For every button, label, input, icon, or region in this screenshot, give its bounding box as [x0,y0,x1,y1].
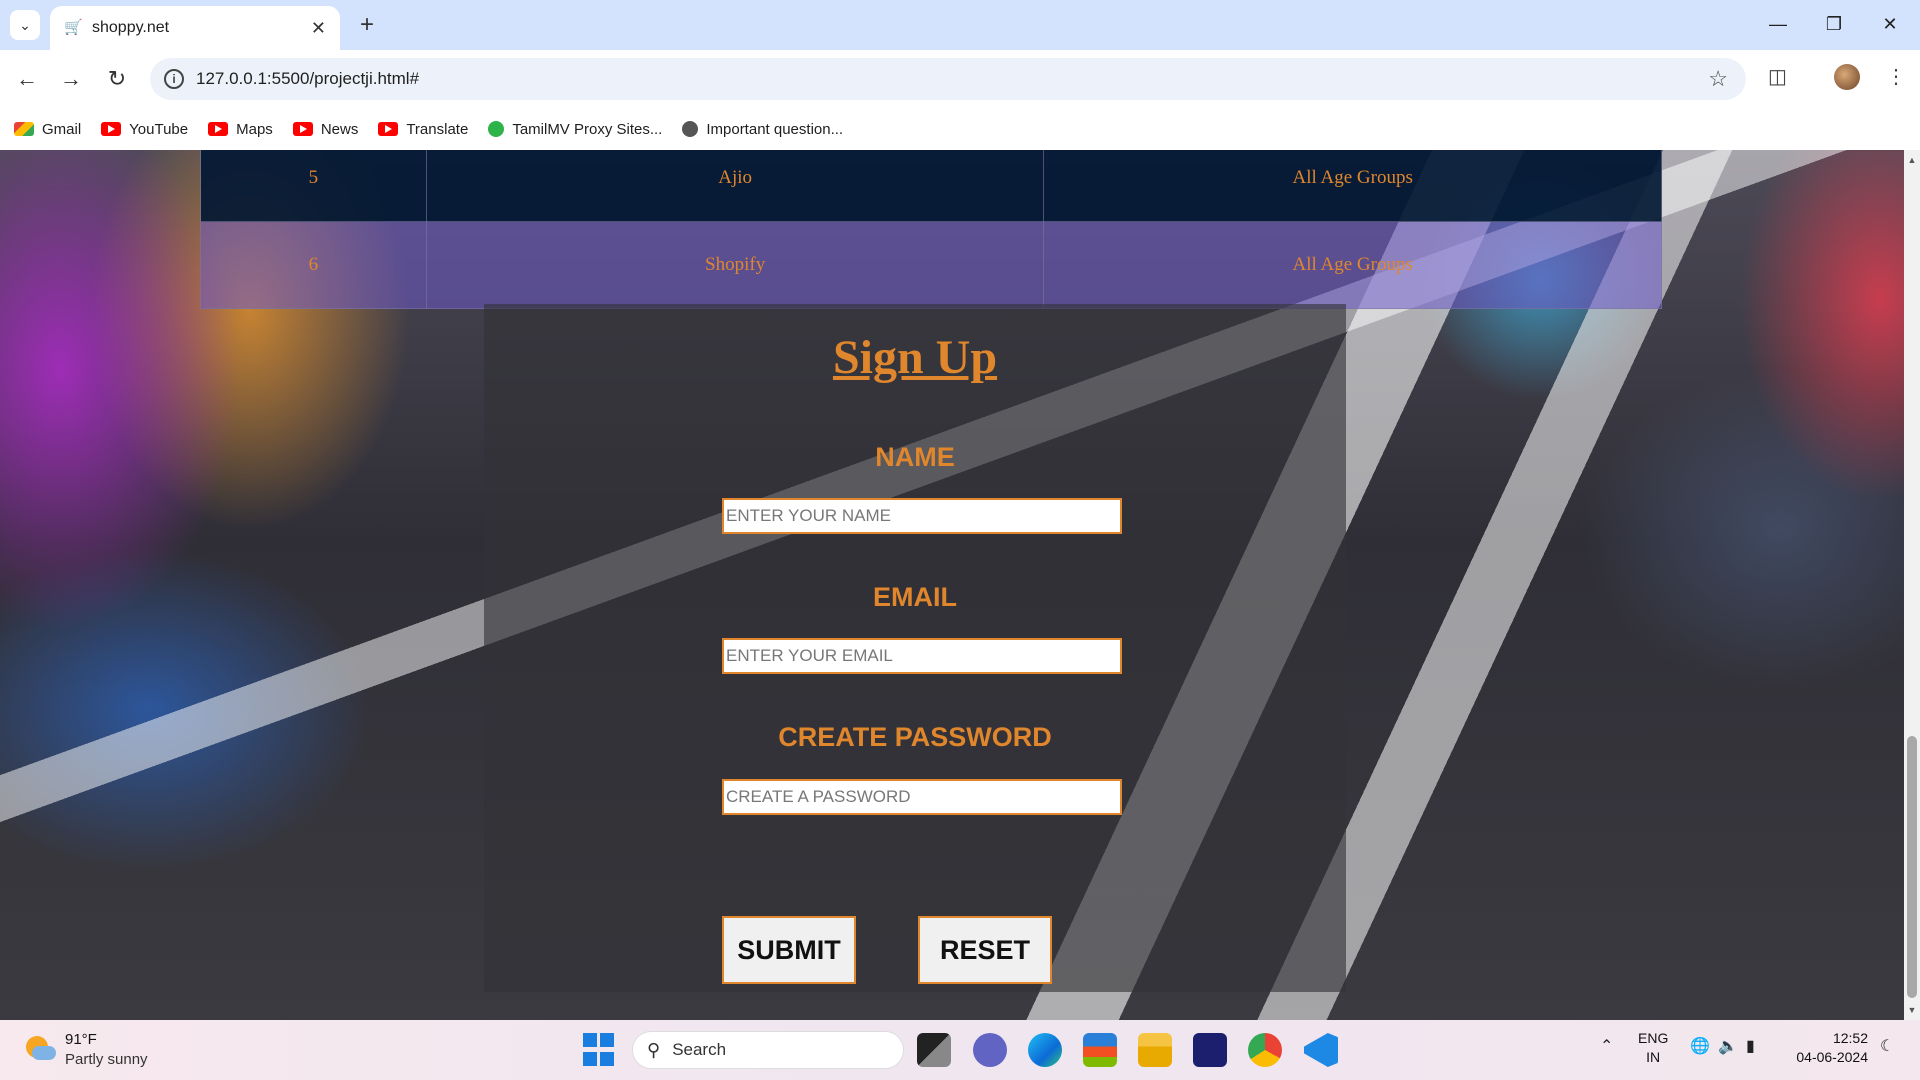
reload-icon[interactable]: ↻ [102,64,132,94]
address-bar[interactable]: i 127.0.0.1:5500/projectji.html# ☆ [150,58,1746,100]
scroll-down-icon[interactable]: ▼ [1904,1002,1920,1018]
youtube-icon [208,122,229,136]
notification-moon-icon[interactable]: ☾ [1880,1036,1894,1056]
chrome-icon[interactable] [1248,1033,1282,1067]
tamilmv-icon [488,121,505,137]
table-row: 5 Ajio All Age Groups [200,150,1662,222]
bookmark-youtube[interactable]: YouTube [101,121,188,138]
page-scrollbar[interactable]: ▲ ▼ [1904,150,1920,1020]
address-url: 127.0.0.1:5500/projectji.html# [196,69,420,88]
scroll-up-icon[interactable]: ▲ [1904,152,1920,168]
email-input[interactable] [722,638,1122,674]
shops-table: 5 Ajio All Age Groups 6 Shopify All Age … [200,150,1662,309]
new-tab-button[interactable]: + [352,10,382,40]
table-cell-age-group: All Age Groups [1043,221,1662,309]
table-cell-name: Ajio [425,150,1045,222]
name-label: NAME [875,442,955,472]
webex-icon[interactable] [1193,1033,1227,1067]
gmail-icon [14,122,34,136]
bookmark-translate[interactable]: Translate [378,121,468,138]
file-explorer-icon[interactable] [1138,1033,1172,1067]
chat-icon[interactable] [973,1033,1007,1067]
table-cell-age-group: All Age Groups [1043,150,1662,222]
cart-favicon-icon: 🛒 [64,19,83,36]
menu-dots-icon[interactable]: ⋮ [1886,64,1906,89]
bookmark-gmail[interactable]: Gmail [14,121,81,138]
weather-temperature: 91°F [65,1031,97,1048]
scrollbar-thumb[interactable] [1907,736,1917,998]
store-icon[interactable] [1083,1033,1117,1067]
table-cell-number: 5 [200,150,427,222]
system-clock[interactable]: 12:52 04-06-2024 [1788,1029,1868,1067]
tab-title: shoppy.net [92,19,170,36]
bookmark-maps[interactable]: Maps [208,121,273,138]
bookmark-important-question[interactable]: Important question... [682,121,843,138]
close-window-icon[interactable]: ✕ [1862,0,1918,50]
youtube-icon [101,122,122,136]
bookmark-news[interactable]: News [292,121,358,138]
bookmark-star-icon[interactable]: ☆ [1708,66,1728,92]
weather-icon[interactable] [22,1034,56,1064]
browser-tab[interactable]: 🛒 shoppy.net ✕ [50,6,340,50]
minimize-icon[interactable]: — [1750,0,1806,50]
tab-search-button[interactable]: ⌄ [10,10,40,40]
submit-button[interactable]: SUBMIT [722,916,856,984]
windows-start-icon[interactable] [583,1033,617,1067]
globe-icon [682,121,699,137]
email-label: EMAIL [873,582,957,612]
youtube-icon [292,122,313,136]
name-input[interactable] [722,498,1122,534]
weather-condition: Partly sunny [65,1051,148,1068]
table-cell-name: Shopify [425,221,1045,309]
reset-button[interactable]: RESET [918,916,1052,984]
language-indicator[interactable]: ENG IN [1638,1029,1668,1067]
table-row: 6 Shopify All Age Groups [200,221,1662,309]
taskbar-search-label: Search [672,1040,727,1059]
signup-form: Sign Up NAME EMAIL CREATE PASSWORD SUBMI… [484,304,1346,992]
windows-taskbar: 91°F Partly sunny ⚲ Search ⌃ ENG IN 🌐 🔈 … [0,1020,1920,1080]
restore-icon[interactable]: ❐ [1806,0,1862,50]
battery-icon[interactable]: ▮ [1746,1036,1755,1056]
table-cell-number: 6 [200,221,427,309]
edge-icon[interactable] [1028,1033,1062,1067]
back-arrow-icon[interactable]: ← [12,64,42,94]
task-view-icon[interactable] [917,1033,951,1067]
close-tab-icon[interactable]: ✕ [311,18,326,39]
password-label: CREATE PASSWORD [778,722,1052,752]
extensions-icon[interactable]: ◫ [1768,64,1787,89]
vscode-icon[interactable] [1304,1033,1338,1067]
forward-arrow-icon[interactable]: → [56,64,86,94]
bookmarks-bar: Gmail YouTube Maps News Translate TamilM… [0,108,1920,150]
search-icon: ⚲ [647,1039,661,1060]
browser-toolbar: ← → ↻ i 127.0.0.1:5500/projectji.html# ☆… [0,50,1920,108]
volume-icon[interactable]: 🔈 [1718,1036,1738,1056]
chevron-up-icon[interactable]: ⌃ [1600,1036,1613,1056]
youtube-icon [378,122,399,136]
tab-bar: ⌄ 🛒 shoppy.net ✕ + — ❐ ✕ [0,0,1920,50]
chevron-down-icon: ⌄ [19,16,31,33]
bookmark-tamilmv[interactable]: TamilMV Proxy Sites... [488,121,662,138]
profile-avatar[interactable] [1834,64,1860,90]
taskbar-search[interactable]: ⚲ Search [632,1031,904,1069]
form-title: Sign Up [832,331,998,384]
page-viewport: 5 Ajio All Age Groups 6 Shopify All Age … [0,150,1904,1020]
site-info-icon[interactable]: i [164,69,184,89]
password-input[interactable] [722,779,1122,815]
network-globe-icon[interactable]: 🌐 [1690,1036,1710,1056]
